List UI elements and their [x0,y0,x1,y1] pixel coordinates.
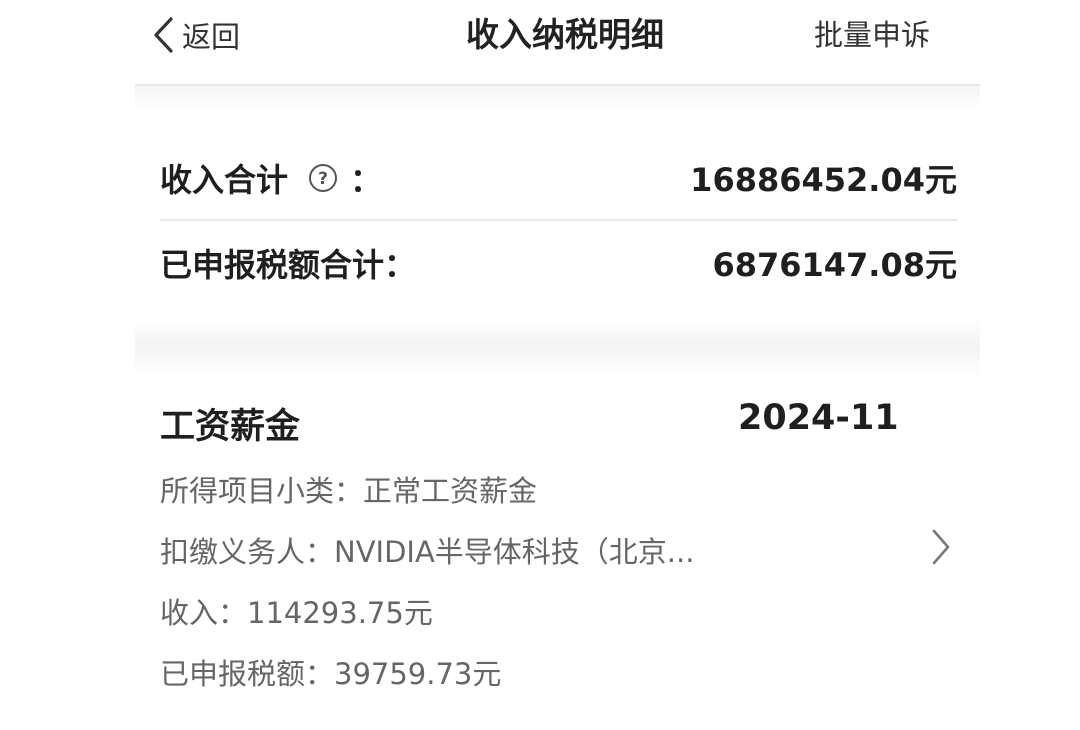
page-title: 收入纳税明细 [466,15,664,54]
record-date: 2024-11 [738,398,899,438]
back-button[interactable]: 返回 [150,8,240,62]
record-subcategory: 所得项目小类：正常工资薪金 [160,474,538,508]
income-total-row: 收入合计 ? ： 16886452.04元 [160,148,957,208]
question-circle-icon[interactable]: ? [308,163,338,193]
chevron-right-icon[interactable] [930,527,952,571]
income-tax-detail-page: 返回 收入纳税明细 批量申诉 收入合计 ? ： 16886452.04元 已申报… [0,0,1080,730]
section-separator [135,318,980,376]
record-tax: 已申报税额：39759.73元 [160,657,502,691]
back-label: 返回 [182,20,241,54]
tax-total-value: 6876147.08元 [712,246,957,284]
record-withholder: 扣缴义务人：NVIDIA半导体科技（北京... [160,535,695,569]
chevron-left-icon [150,15,176,55]
nav-header: 返回 收入纳税明细 批量申诉 [0,0,1080,84]
svg-text:?: ? [318,169,328,189]
tax-total-row: 已申报税额合计： 6876147.08元 [160,233,957,293]
record-title: 工资薪金 [160,407,301,447]
income-total-value: 16886452.04元 [690,161,957,199]
income-total-colon: ： [350,161,383,199]
income-record-item[interactable]: 工资薪金 2024-11 所得项目小类：正常工资薪金 扣缴义务人：NVIDIA半… [160,390,960,710]
income-total-label: 收入合计 [160,161,289,199]
tax-total-label: 已申报税额合计： [160,246,417,284]
income-total-label-group: 收入合计 ? ： [160,155,382,201]
record-income: 收入：114293.75元 [160,596,433,630]
header-shadow [135,86,980,110]
summary-divider [160,219,957,221]
batch-appeal-button[interactable]: 批量申诉 [814,10,930,60]
